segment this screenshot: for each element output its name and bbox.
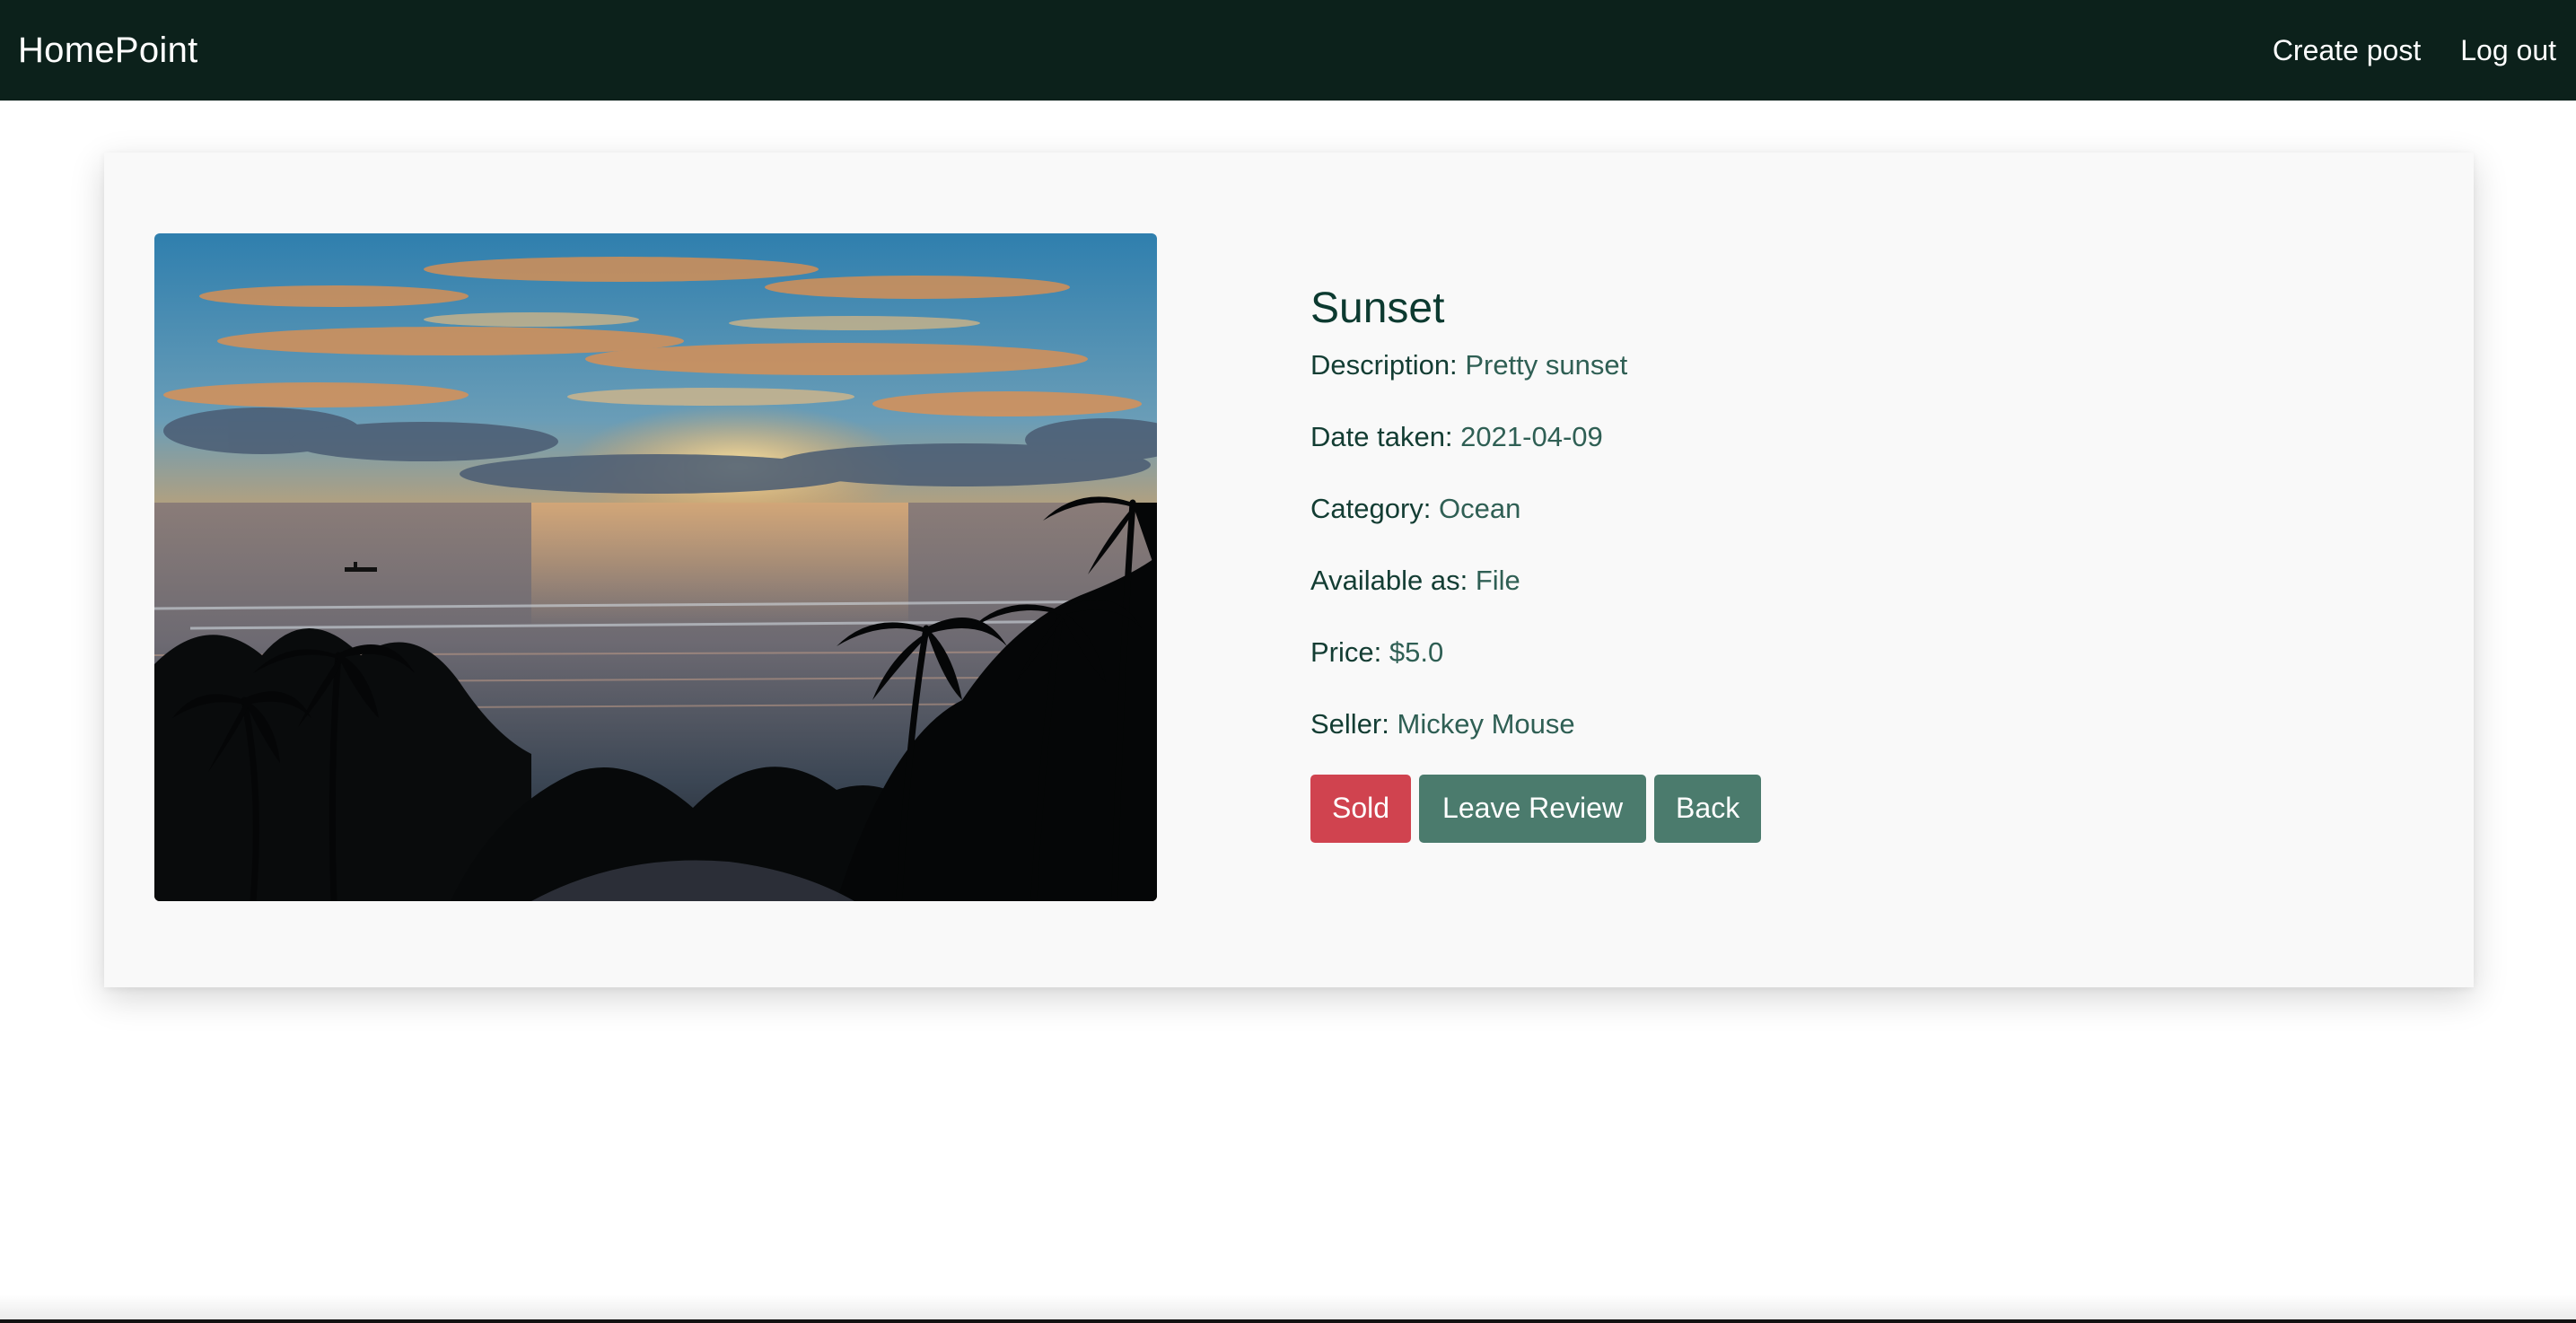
seller-field: Seller: Mickey Mouse [1310,706,2388,742]
price-label: Price: [1310,635,1382,668]
seller-value: Mickey Mouse [1397,707,1575,740]
post-details: Sunset Description: Pretty sunset Date t… [1310,283,2388,843]
description-field: Description: Pretty sunset [1310,347,2388,383]
price-field: Price: $5.0 [1310,635,2388,670]
seller-label: Seller: [1310,707,1389,740]
leave-review-button[interactable]: Leave Review [1419,774,1647,843]
back-button[interactable]: Back [1654,774,1762,843]
bottom-shade [0,1294,2576,1319]
available-as-field: Available as: File [1310,563,2388,599]
post-actions: Sold Leave Review Back [1310,774,2388,843]
sold-button[interactable]: Sold [1310,774,1412,843]
post-detail-card: Sunset Description: Pretty sunset Date t… [104,153,2474,987]
top-navbar: HomePoint Create post Log out [0,0,2576,101]
category-value: Ocean [1439,492,1521,524]
window-bottom-edge [0,1319,2576,1323]
available-as-label: Available as: [1310,564,1468,596]
log-out-link[interactable]: Log out [2460,34,2556,67]
price-value: $5.0 [1389,635,1444,668]
category-label: Category: [1310,492,1432,524]
date-taken-label: Date taken: [1310,420,1453,452]
brand-link[interactable]: HomePoint [18,31,198,71]
post-photo [154,233,1157,901]
date-taken-value: 2021-04-09 [1460,420,1603,452]
description-label: Description: [1310,348,1458,381]
available-as-value: File [1475,564,1520,596]
post-title: Sunset [1310,285,1445,332]
category-field: Category: Ocean [1310,491,2388,527]
date-taken-field: Date taken: 2021-04-09 [1310,419,2388,455]
description-value: Pretty sunset [1465,348,1628,381]
create-post-link[interactable]: Create post [2273,34,2421,67]
nav-links: Create post Log out [2273,34,2556,67]
